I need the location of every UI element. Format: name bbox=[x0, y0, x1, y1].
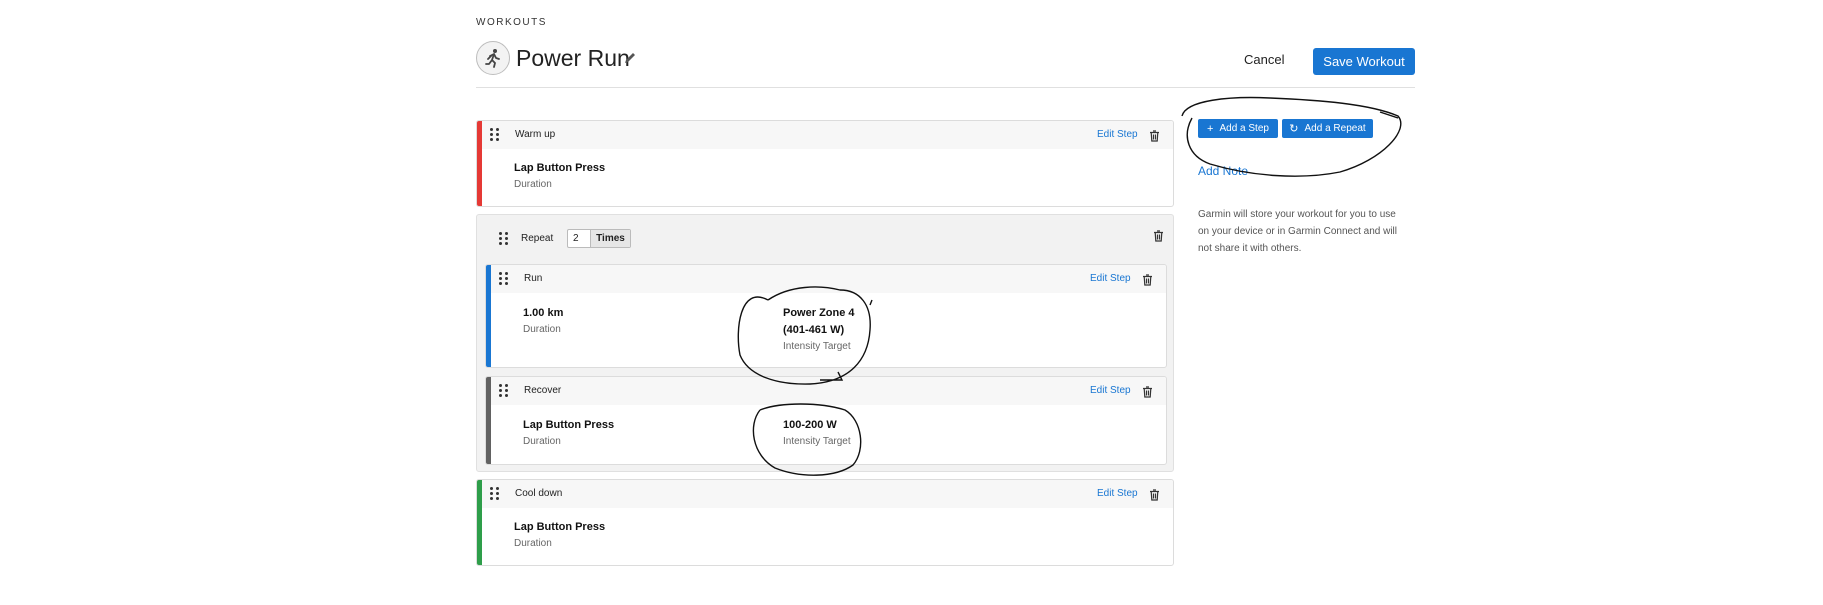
plus-icon: + bbox=[1207, 122, 1214, 135]
add-repeat-button[interactable]: ↻ Add a Repeat bbox=[1282, 119, 1373, 138]
duration-value: Lap Button Press bbox=[514, 521, 606, 533]
trash-icon[interactable] bbox=[1153, 229, 1164, 242]
repeat-times-label: Times bbox=[591, 230, 630, 247]
drag-handle-icon[interactable] bbox=[499, 272, 509, 286]
repeat-count-value[interactable]: 2 bbox=[568, 230, 591, 247]
trash-icon[interactable] bbox=[1142, 385, 1153, 398]
intensity-target-range: (401-461 W) bbox=[783, 324, 845, 336]
repeat-group: Repeat 2 Times Run Edit Step 1.00 km Dur… bbox=[476, 214, 1174, 472]
edit-step-button[interactable]: Edit Step bbox=[1090, 273, 1131, 284]
intensity-target-value: Power Zone 4 bbox=[783, 307, 855, 319]
workout-title: Power Run bbox=[516, 45, 630, 71]
duration-label: Duration bbox=[523, 324, 561, 335]
save-workout-button[interactable]: Save Workout bbox=[1313, 48, 1415, 75]
repeat-label: Repeat bbox=[521, 233, 554, 244]
pencil-icon[interactable] bbox=[623, 51, 637, 65]
step-card-cooldown: Cool down Edit Step Lap Button Press Dur… bbox=[476, 479, 1174, 566]
step-header bbox=[491, 377, 1166, 405]
trash-icon[interactable] bbox=[1149, 488, 1160, 501]
duration-value: Lap Button Press bbox=[523, 419, 615, 431]
trash-icon[interactable] bbox=[1142, 273, 1153, 286]
edit-step-button[interactable]: Edit Step bbox=[1090, 385, 1131, 396]
duration-label: Duration bbox=[514, 538, 552, 549]
intensity-target-label: Intensity Target bbox=[783, 436, 851, 447]
step-card-warmup: Warm up Edit Step Lap Button Press Durat… bbox=[476, 120, 1174, 207]
edit-step-button[interactable]: Edit Step bbox=[1097, 488, 1138, 499]
add-step-button[interactable]: + Add a Step bbox=[1198, 119, 1278, 138]
repeat-count-input[interactable]: 2 Times bbox=[567, 229, 631, 248]
step-header bbox=[491, 265, 1166, 293]
cancel-button[interactable]: Cancel bbox=[1244, 52, 1284, 67]
drag-handle-icon[interactable] bbox=[490, 128, 500, 142]
add-note-link[interactable]: Add Note bbox=[1198, 164, 1248, 178]
step-header bbox=[482, 121, 1173, 149]
step-type-label: Cool down bbox=[515, 488, 563, 499]
drag-handle-icon[interactable] bbox=[499, 384, 509, 398]
privacy-info-text: Garmin will store your workout for you t… bbox=[1198, 209, 1397, 254]
intensity-target-value: 100-200 W bbox=[783, 419, 837, 431]
add-repeat-label: Add a Repeat bbox=[1304, 123, 1366, 134]
intensity-target-label: Intensity Target bbox=[783, 341, 851, 352]
step-type-label: Run bbox=[524, 273, 543, 284]
duration-value: Lap Button Press bbox=[514, 162, 606, 174]
drag-handle-icon[interactable] bbox=[490, 487, 500, 501]
section-label: WORKOUTS bbox=[476, 17, 547, 28]
duration-label: Duration bbox=[514, 179, 552, 190]
runner-icon bbox=[476, 41, 510, 75]
duration-value: 1.00 km bbox=[523, 307, 564, 319]
repeat-icon: ↻ bbox=[1289, 123, 1299, 135]
step-type-label: Warm up bbox=[515, 129, 556, 140]
header-divider bbox=[476, 87, 1415, 88]
edit-step-button[interactable]: Edit Step bbox=[1097, 129, 1138, 140]
drag-handle-icon[interactable] bbox=[499, 232, 509, 246]
step-card-recover: Recover Edit Step Lap Button Press Durat… bbox=[485, 376, 1167, 465]
trash-icon[interactable] bbox=[1149, 129, 1160, 142]
add-step-label: Add a Step bbox=[1219, 123, 1269, 134]
step-card-run: Run Edit Step 1.00 km Duration Power Zon… bbox=[485, 264, 1167, 368]
duration-label: Duration bbox=[523, 436, 561, 447]
step-type-label: Recover bbox=[524, 385, 562, 396]
step-header bbox=[482, 480, 1173, 508]
